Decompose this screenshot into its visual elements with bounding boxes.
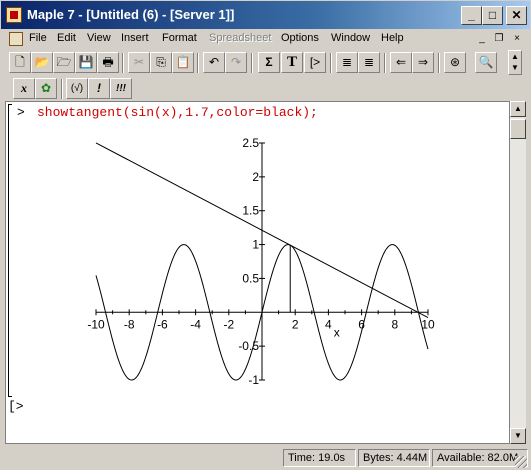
y-tick-label: 0.5 (242, 271, 259, 285)
x-axis-label: x (334, 325, 340, 339)
y-tick-label: -1 (248, 373, 259, 387)
status-available: Available: 82.0M (432, 449, 528, 467)
status-time: Time: 19.0s (283, 449, 356, 467)
y-tick-label: -0.5 (238, 339, 259, 353)
resize-grip-icon[interactable] (515, 456, 527, 468)
plot-output[interactable]: -10 -8 -6 -4 -2 2 4 6 8 102.521.510.5-0.5-1x (0, 0, 531, 470)
vertical-scrollbar[interactable]: ▲ ▼ (510, 101, 526, 444)
x-tick-label: 4 (325, 317, 332, 331)
status-bytes: Bytes: 4.44M (358, 449, 430, 467)
x-tick-label: 2 (292, 317, 299, 331)
scroll-down-icon[interactable]: ▼ (510, 428, 526, 444)
y-tick-label: 2.5 (242, 136, 259, 150)
x-tick-label: -8 (124, 317, 135, 331)
y-tick-label: 2 (252, 170, 259, 184)
x-tick-label: -10 (87, 317, 105, 331)
x-tick-label: -2 (223, 317, 234, 331)
scroll-up-icon[interactable]: ▲ (510, 101, 526, 117)
x-tick-label: 10 (421, 317, 435, 331)
y-tick-label: 1 (252, 238, 259, 252)
scrollbar-thumb[interactable] (510, 119, 526, 139)
x-tick-label: 8 (391, 317, 398, 331)
y-tick-label: 1.5 (242, 204, 259, 218)
x-tick-label: -6 (157, 317, 168, 331)
x-tick-label: -4 (190, 317, 201, 331)
